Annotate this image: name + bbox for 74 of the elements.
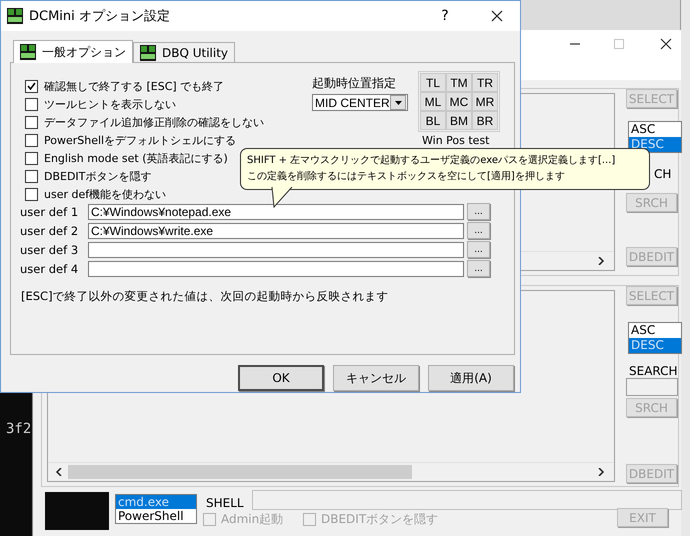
user-def-label: user def 2 bbox=[20, 224, 80, 238]
close-icon[interactable] bbox=[660, 38, 672, 50]
dialog-button[interactable]: キャンセル bbox=[333, 365, 419, 391]
checkbox[interactable] bbox=[25, 152, 38, 164]
position-button[interactable]: TR bbox=[472, 73, 498, 92]
path-field[interactable]: C:¥Windows¥notepad.exe bbox=[88, 204, 464, 220]
terminal-text: 3f2 bbox=[6, 421, 32, 437]
user-def-label: user def 4 bbox=[20, 262, 80, 276]
sort-list[interactable]: ASC DESC bbox=[628, 121, 682, 153]
option-label: Admin起動 bbox=[221, 511, 284, 528]
dialog-button[interactable]: OK bbox=[238, 365, 324, 391]
terminal-preview bbox=[45, 492, 109, 530]
scroll-left-icon[interactable] bbox=[56, 468, 62, 476]
checkbox[interactable] bbox=[25, 116, 38, 128]
list-item[interactable]: ASC bbox=[629, 323, 681, 338]
checkbox[interactable] bbox=[25, 134, 38, 146]
checkbox-label: user def機能を使わない bbox=[44, 186, 166, 202]
position-button[interactable]: TM bbox=[446, 73, 472, 92]
position-button[interactable]: MR bbox=[472, 92, 498, 111]
browse-button[interactable]: ... bbox=[467, 241, 490, 258]
tooltip-text: この定義を削除するにはテキストボックスを空にして[適用]を押します bbox=[247, 170, 565, 184]
shell-list[interactable]: cmd.exe PowerShell bbox=[115, 494, 197, 524]
path-field[interactable]: C:¥Windows¥write.exe bbox=[88, 222, 464, 238]
app-logo-icon bbox=[7, 8, 23, 24]
tooltip-text: SHIFT + 左マウスクリックで起動するユーザ定義のexeパスを選択定義します[...] bbox=[247, 154, 616, 168]
position-button[interactable]: BM bbox=[446, 111, 472, 130]
scrollbar[interactable] bbox=[48, 462, 614, 481]
dialog-button[interactable]: 適用(A) bbox=[428, 365, 514, 391]
position-button[interactable]: BL bbox=[420, 111, 446, 130]
checkbox-label: ツールヒントを表示しない bbox=[44, 96, 176, 112]
checkbox[interactable] bbox=[25, 188, 38, 200]
scroll-thumb[interactable] bbox=[68, 465, 412, 479]
app-logo-icon bbox=[20, 44, 36, 60]
position-button[interactable]: ML bbox=[420, 92, 446, 111]
browse-button[interactable]: ... bbox=[467, 222, 490, 239]
test-label: Win Pos test bbox=[421, 134, 490, 147]
shell-field[interactable] bbox=[252, 490, 682, 510]
tab[interactable]: 一般オプション bbox=[13, 40, 133, 63]
dropdown-arrow-icon bbox=[394, 100, 402, 104]
search-label: CH bbox=[654, 167, 672, 181]
checkbox-label: 確認無しで終了する [ESC] でも終了 bbox=[44, 78, 224, 94]
position-button[interactable]: TL bbox=[420, 73, 446, 92]
checkbox-label: PowerShellをデフォルトシェルにする bbox=[44, 132, 236, 148]
search-field[interactable] bbox=[626, 378, 678, 396]
checkbox[interactable] bbox=[25, 170, 38, 182]
checkbox-label: English mode set (英語表記にする) bbox=[44, 150, 228, 166]
scroll-right-icon[interactable] bbox=[598, 468, 604, 476]
position-label: 起動時位置指定 bbox=[312, 75, 397, 92]
close-icon bbox=[491, 10, 503, 22]
position-dropdown[interactable]: MID CENTER bbox=[312, 94, 408, 111]
user-def-label: user def 1 bbox=[20, 204, 80, 218]
user-def-label: user def 3 bbox=[20, 242, 80, 256]
browse-button[interactable]: ... bbox=[467, 260, 490, 277]
app-logo-icon bbox=[140, 44, 156, 60]
list-item[interactable]: PowerShell bbox=[116, 509, 196, 523]
help-button[interactable]: ? bbox=[422, 1, 468, 31]
checkbox-label: DBEDITボタンを隠す bbox=[44, 168, 152, 184]
note-text: [ESC]で終了以外の変更された値は、次回の起動時から反映されます bbox=[21, 289, 390, 304]
checkbox[interactable] bbox=[25, 98, 38, 110]
scroll-right-icon[interactable] bbox=[598, 257, 604, 265]
checkbox-label: データファイル追加修正削除の確認をしない bbox=[44, 114, 264, 130]
tab[interactable]: DBQ Utility bbox=[133, 42, 236, 62]
option-label: DBEDITボタンを隠す bbox=[321, 511, 438, 528]
browse-button[interactable]: ... bbox=[467, 203, 490, 220]
path-field[interactable] bbox=[88, 242, 464, 258]
path-field[interactable] bbox=[88, 260, 464, 276]
position-button[interactable]: BR bbox=[472, 111, 498, 130]
list-item[interactable]: ASC bbox=[629, 122, 681, 137]
position-button[interactable]: MC bbox=[446, 92, 472, 111]
checkbox[interactable] bbox=[25, 80, 38, 92]
search-label: SEARCH bbox=[629, 364, 678, 378]
window-title: DCMini オプション設定 bbox=[29, 8, 171, 25]
shell-label: SHELL bbox=[206, 496, 244, 510]
sort-list[interactable]: ASC DESC bbox=[628, 322, 682, 354]
